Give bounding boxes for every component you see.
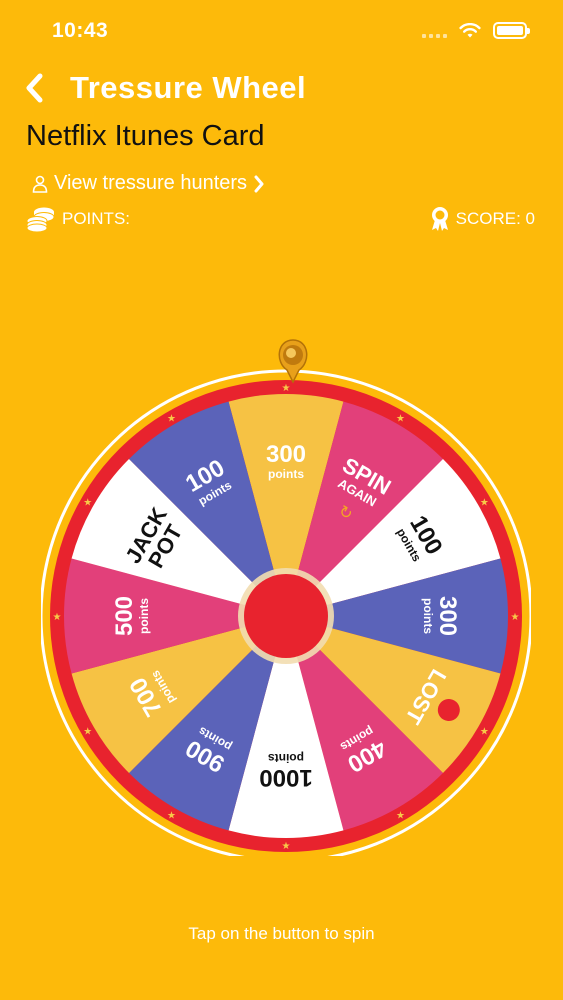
- view-hunters-label: View tressure hunters: [54, 172, 248, 194]
- rim-star-icon: ★: [53, 612, 62, 623]
- wifi-icon: [459, 22, 481, 37]
- segment-value: 500: [111, 596, 138, 636]
- segment-value: 300: [266, 441, 306, 468]
- rim-star-icon: ★: [282, 383, 291, 394]
- points-label: POINTS:: [62, 209, 131, 228]
- status-time: 10:43: [52, 19, 109, 42]
- signal-icon: [422, 24, 447, 38]
- person-icon: [32, 175, 48, 193]
- rim-star-icon: ★: [83, 727, 92, 738]
- score-label: SCORE: 0: [455, 209, 535, 228]
- wheel-segment-label: 300points: [421, 596, 461, 636]
- view-hunters-link[interactable]: View tressure hunters: [32, 172, 265, 195]
- chevron-left-icon: [26, 73, 43, 103]
- chevron-right-icon: [254, 175, 264, 192]
- wheel-segment-label: 300points: [266, 441, 306, 481]
- spin-hint: Tap on the button to spin: [188, 924, 375, 943]
- coins-icon: [26, 207, 55, 232]
- wheel-segment-label: 500 points: [111, 596, 151, 636]
- rim-star-icon: ★: [167, 810, 176, 821]
- rim-star-icon: ★: [511, 612, 520, 623]
- rim-star-icon: ★: [396, 810, 405, 821]
- rim-star-icon: ★: [396, 414, 405, 425]
- status-bar: 10:43: [0, 0, 563, 64]
- prize-title: Netflix Itunes Card: [26, 120, 265, 152]
- back-button[interactable]: [24, 68, 60, 108]
- status-icons: [422, 22, 530, 39]
- page-title: Tressure Wheel: [70, 70, 307, 105]
- rim-star-icon: ★: [480, 727, 489, 738]
- segment-unit: points: [268, 751, 304, 765]
- segment-unit: points: [137, 598, 151, 634]
- rim-star-icon: ★: [167, 414, 176, 425]
- nav-bar: Tressure Wheel: [24, 66, 306, 110]
- rim-star-icon: ★: [83, 498, 92, 509]
- segment-value: 1000: [259, 764, 312, 791]
- treasure-wheel[interactable]: ★ ★ ★ ★ ★ ★ ★ ★ ★ ★ ★ ★ 300 points SPIN AGAIN ↻ 100 point…: [41, 336, 531, 856]
- points-stat: POINTS:: [26, 206, 130, 232]
- segment-unit: points: [421, 598, 435, 634]
- rim-star-icon: ★: [480, 498, 489, 509]
- score-stat: SCORE: 0: [430, 206, 535, 232]
- segment-unit: points: [268, 467, 304, 481]
- rim-star-icon: ★: [282, 841, 291, 852]
- spin-button[interactable]: [244, 574, 328, 658]
- battery-icon: [493, 22, 530, 39]
- wheel-graphic: ★★★★★★★★★★★★ 300points SPINAGAIN↻ 100point…: [41, 339, 531, 856]
- award-ribbon-icon: [431, 207, 448, 231]
- segment-value: 300: [434, 596, 461, 636]
